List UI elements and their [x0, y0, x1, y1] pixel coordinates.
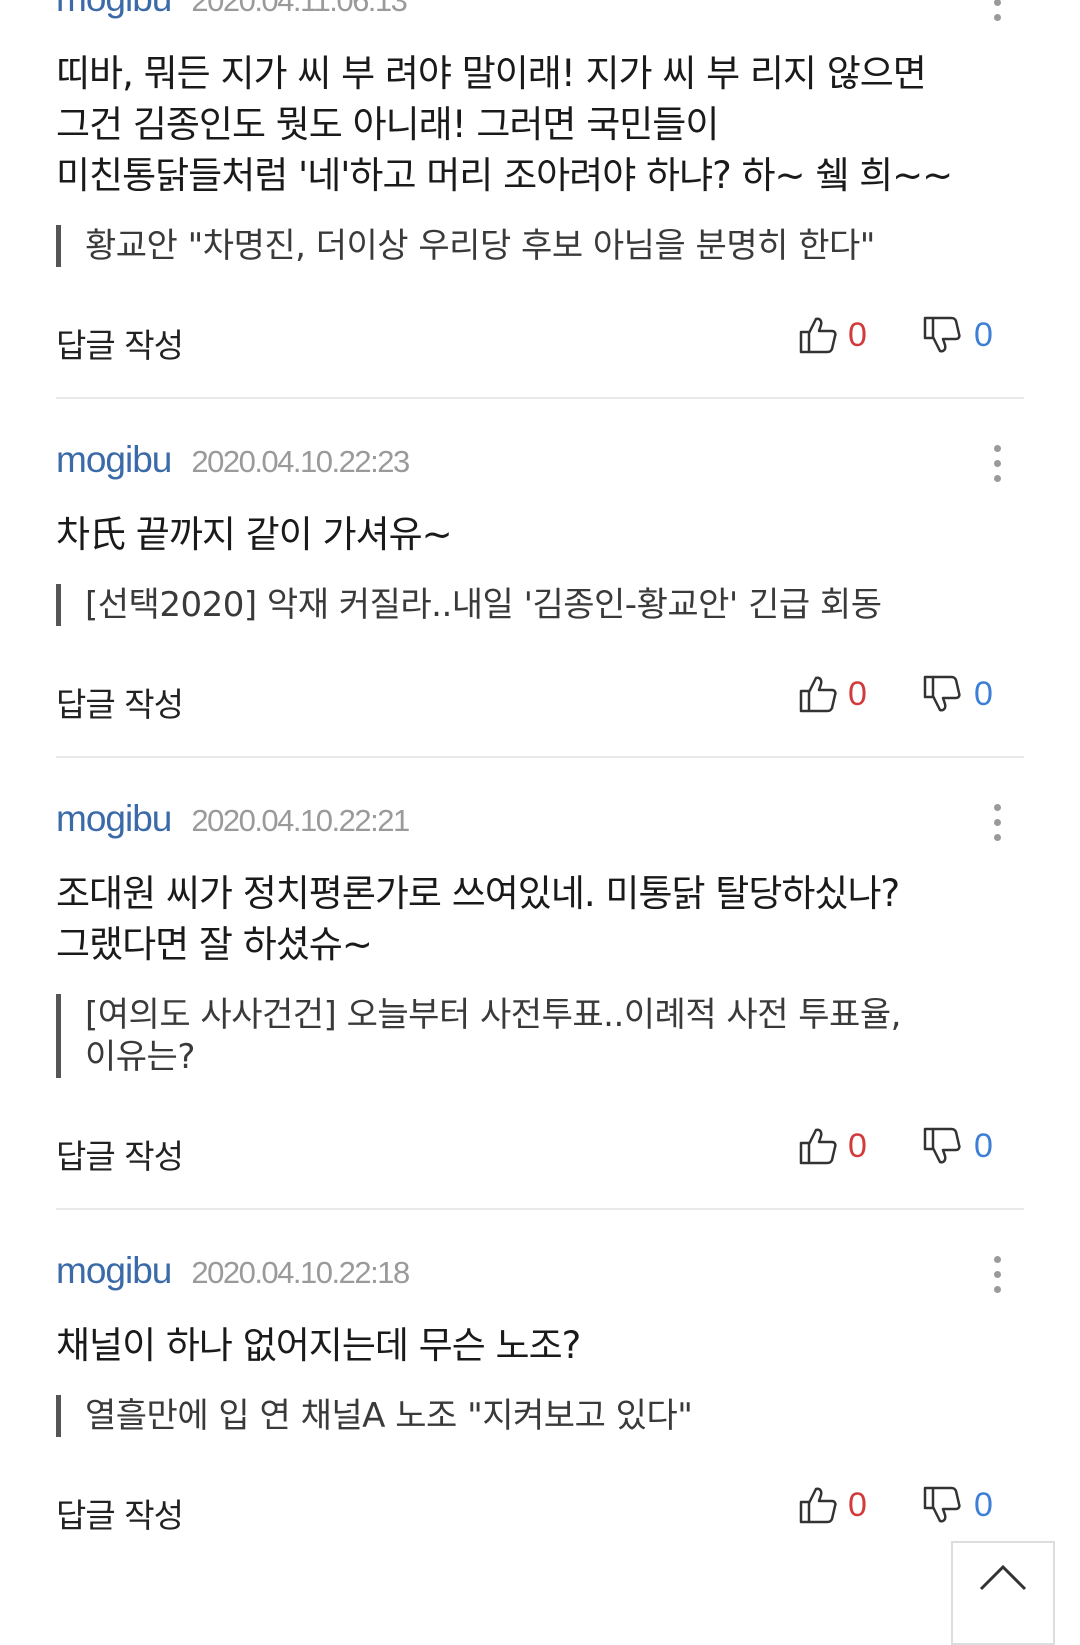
thumbs-up-icon	[799, 1128, 837, 1165]
comment-date: 2020.04.10.22:18	[191, 1255, 410, 1290]
comment-actions: 답글 작성 0 0	[56, 1461, 1024, 1551]
dislike-count: 0	[974, 1485, 993, 1524]
comment-divider	[56, 756, 1024, 758]
comment-text: 차氏 끝까지 같이 가셔유~	[56, 509, 1024, 560]
article-link[interactable]: 황교안 "차명진, 더이상 우리당 후보 아님을 분명히 한다"	[56, 225, 1024, 267]
dislike-count: 0	[974, 674, 993, 713]
comment-list: mogibu 2020.04.11.06:13 띠바, 뭐든 지가 씨 부 려야…	[0, 0, 1080, 1551]
comment-divider	[56, 397, 1024, 399]
thumbs-up-icon	[799, 676, 837, 713]
comment-divider	[56, 1208, 1024, 1210]
comment-date: 2020.04.11.06:13	[191, 0, 408, 18]
thumbs-down-icon	[923, 316, 961, 353]
comment-item: mogibu 2020.04.10.22:21 조대원 씨가 정치평론가로 쓰여…	[0, 798, 1080, 1210]
comment-text-line: 그건 김종인도 뭣도 아니래! 그러면 국민들이	[56, 103, 719, 146]
comment-actions: 답글 작성 0 0	[56, 291, 1024, 381]
scroll-top-button[interactable]	[951, 1541, 1055, 1645]
article-title-line[interactable]: [선택2020] 악재 커질라..내일 '김종인-황교안' 긴급 회동	[85, 584, 1024, 626]
more-vertical-icon[interactable]	[992, 0, 1002, 24]
more-vertical-icon[interactable]	[992, 1256, 1002, 1296]
comment-date: 2020.04.10.22:21	[191, 803, 410, 838]
reply-button[interactable]: 답글 작성	[56, 678, 184, 726]
thumbs-down-icon	[923, 675, 961, 712]
thumbs-down-icon	[923, 1127, 961, 1164]
comment-text-line: 미친통닭들처럼 '네'하고 머리 조아려야 하냐? 하~ 쉨 희~~	[56, 154, 953, 197]
chevron-up-icon	[979, 1564, 1027, 1591]
article-title-line[interactable]: [여의도 사사건건] 오늘부터 사전투표..이례적 사전 투표율,	[85, 994, 1024, 1036]
dislike-count: 0	[974, 315, 993, 354]
like-button[interactable]: 0	[798, 1126, 867, 1166]
comment-meta: mogibu 2020.04.10.22:21	[56, 798, 1024, 864]
comment-date: 2020.04.10.22:23	[191, 444, 410, 479]
article-link[interactable]: [선택2020] 악재 커질라..내일 '김종인-황교안' 긴급 회동	[56, 584, 1024, 626]
article-title-line[interactable]: 열흘만에 입 연 채널A 노조 "지켜보고 있다"	[85, 1395, 1024, 1437]
comment-text-line: 조대원 씨가 정치평론가로 쓰여있네. 미통닭 탈당하싰나?	[56, 872, 900, 915]
article-title-line[interactable]: 이유는?	[85, 1036, 1024, 1078]
reply-button[interactable]: 답글 작성	[56, 1489, 184, 1537]
more-vertical-icon[interactable]	[992, 445, 1002, 485]
dislike-button[interactable]: 0	[922, 1485, 993, 1525]
thumbs-down-icon	[923, 1486, 961, 1523]
like-count: 0	[848, 315, 867, 354]
comment-item: mogibu 2020.04.10.22:23 차氏 끝까지 같이 가셔유~ […	[0, 439, 1080, 758]
comment-text-line: 채널이 하나 없어지는데 무슨 노조?	[56, 1324, 581, 1367]
comment-text: 띠바, 뭐든 지가 씨 부 려야 말이래! 지가 씨 부 리지 않으면 그건 김…	[56, 48, 1024, 201]
comment-item: mogibu 2020.04.11.06:13 띠바, 뭐든 지가 씨 부 려야…	[0, 0, 1080, 399]
comment-username[interactable]: mogibu	[56, 798, 172, 840]
comment-text-line: 차氏 끝까지 같이 가셔유~	[56, 513, 453, 556]
article-title-line[interactable]: 황교안 "차명진, 더이상 우리당 후보 아님을 분명히 한다"	[85, 225, 1024, 267]
comment-text-line: 그랬다면 잘 하셨슈~	[56, 923, 373, 966]
comment-text: 채널이 하나 없어지는데 무슨 노조?	[56, 1320, 1024, 1371]
dislike-count: 0	[974, 1126, 993, 1165]
comment-username[interactable]: mogibu	[56, 1250, 172, 1292]
comment-meta: mogibu 2020.04.11.06:13	[56, 0, 1024, 44]
thumbs-up-icon	[799, 1487, 837, 1524]
like-count: 0	[848, 1126, 867, 1165]
like-button[interactable]: 0	[798, 315, 867, 355]
reply-button[interactable]: 답글 작성	[56, 1130, 184, 1178]
more-vertical-icon[interactable]	[992, 804, 1002, 844]
dislike-button[interactable]: 0	[922, 315, 993, 355]
dislike-button[interactable]: 0	[922, 1126, 993, 1166]
thumbs-up-icon	[799, 317, 837, 354]
dislike-button[interactable]: 0	[922, 674, 993, 714]
like-count: 0	[848, 674, 867, 713]
article-link[interactable]: [여의도 사사건건] 오늘부터 사전투표..이례적 사전 투표율, 이유는?	[56, 994, 1024, 1078]
like-count: 0	[848, 1485, 867, 1524]
comment-username[interactable]: mogibu	[56, 439, 172, 481]
like-button[interactable]: 0	[798, 1485, 867, 1525]
comment-meta: mogibu 2020.04.10.22:18	[56, 1250, 1024, 1316]
comment-actions: 답글 작성 0 0	[56, 650, 1024, 740]
reply-button[interactable]: 답글 작성	[56, 319, 184, 367]
like-button[interactable]: 0	[798, 674, 867, 714]
comment-text-line: 띠바, 뭐든 지가 씨 부 려야 말이래! 지가 씨 부 리지 않으면	[56, 52, 927, 95]
article-link[interactable]: 열흘만에 입 연 채널A 노조 "지켜보고 있다"	[56, 1395, 1024, 1437]
comment-actions: 답글 작성 0 0	[56, 1102, 1024, 1192]
comment-meta: mogibu 2020.04.10.22:23	[56, 439, 1024, 505]
comment-username[interactable]: mogibu	[56, 0, 172, 20]
comment-item: mogibu 2020.04.10.22:18 채널이 하나 없어지는데 무슨 …	[0, 1250, 1080, 1551]
comment-text: 조대원 씨가 정치평론가로 쓰여있네. 미통닭 탈당하싰나? 그랬다면 잘 하셨…	[56, 868, 1024, 970]
